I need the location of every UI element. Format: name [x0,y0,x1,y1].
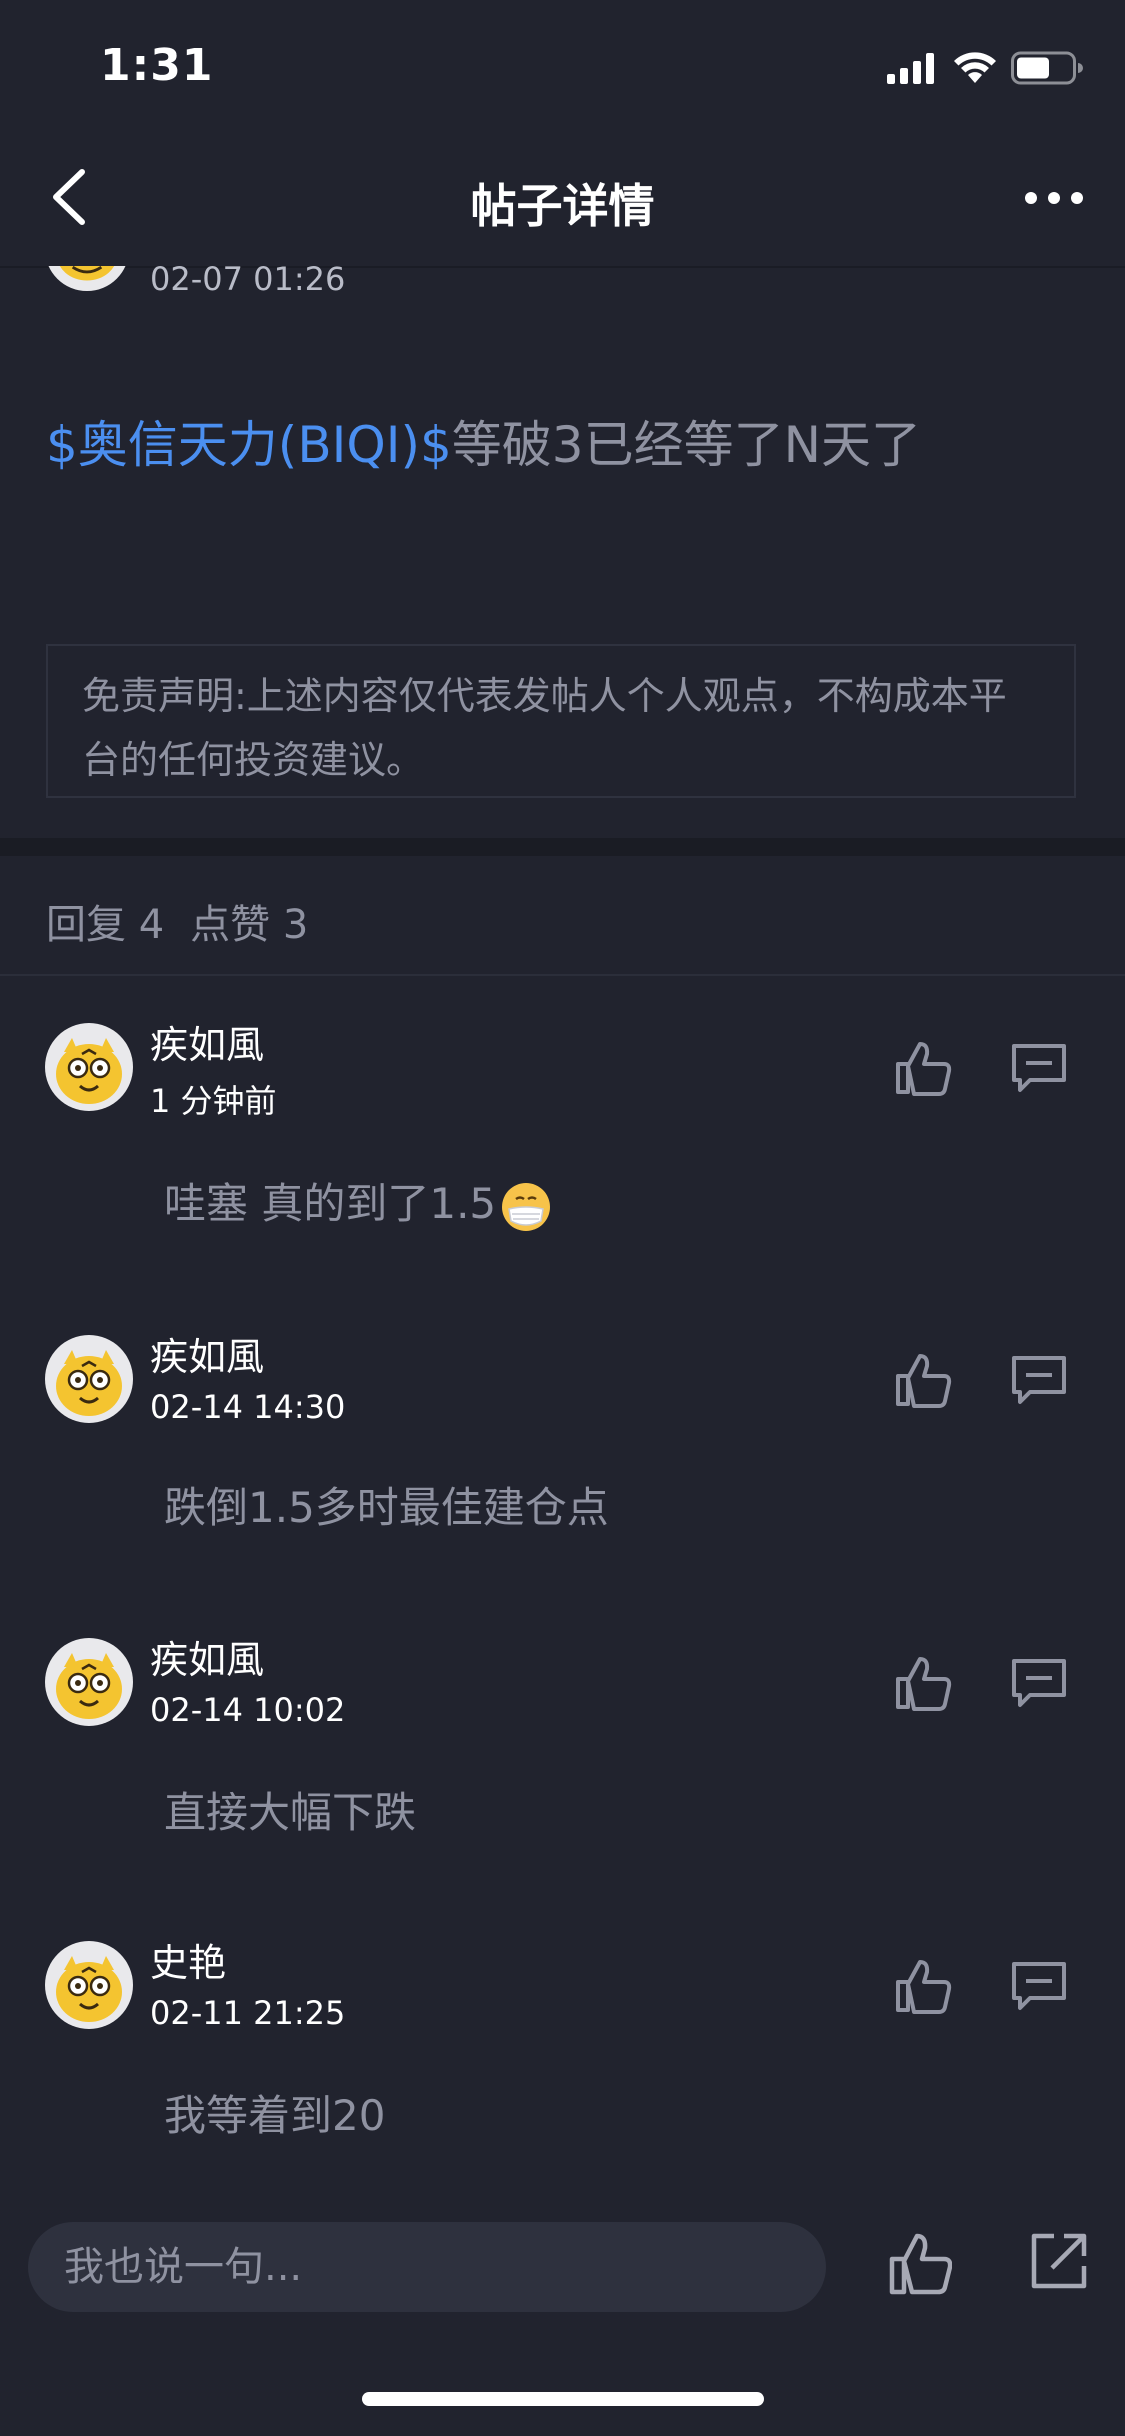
comment-time: 02-14 14:30 [150,1388,346,1426]
commenter-name[interactable]: 疾如風 [150,1014,264,1069]
face-with-mask-emoji-icon [502,1182,551,1231]
comment-time: 02-14 10:02 [150,1691,346,1729]
commenter-name[interactable]: 疾如風 [150,1629,264,1684]
reply-count[interactable]: 回复 4 [46,902,164,948]
signal-icon [887,53,934,84]
commenter-name[interactable]: 史艳 [150,1932,226,1987]
comment-item: 疾如風 1 分钟前 哇塞 真的到了1.5 [0,1022,1125,1322]
comment-text: 跌倒1.5多时最佳建仓点 [164,1483,609,1532]
thumbs-up-icon[interactable] [894,1655,954,1711]
comment-item: 疾如風 02-14 14:30 跌倒1.5多时最佳建仓点 [0,1334,1125,1634]
commenter-avatar[interactable] [44,1637,134,1727]
comment-input[interactable]: 我也说一句... [28,2222,826,2312]
comment-item: 疾如風 02-14 10:02 直接大幅下跌 [0,1637,1125,1937]
comment-time: 1 分钟前 [150,1082,277,1120]
share-icon[interactable] [1028,2230,1090,2292]
post-text: 等破3已经等了N天了 [451,416,922,474]
divider [0,974,1125,976]
thumbs-up-icon[interactable] [888,2232,952,2296]
comment-body-text: 哇塞 真的到了1.5 [164,1179,497,1228]
comment-reply-icon[interactable] [1010,1657,1068,1709]
comment-time: 02-11 21:25 [150,1994,346,2032]
comment-reply-icon[interactable] [1010,1042,1068,1094]
disclaimer: 免责声明:上述内容仅代表发帖人个人观点，不构成本平台的任何投资建议。 [46,644,1076,798]
comment-text: 哇塞 真的到了1.5 [164,1170,552,1233]
post-stats: 回复 4 点赞 3 [46,892,334,950]
more-options-icon[interactable] [1019,168,1089,228]
page-title: 帖子详情 [470,179,655,233]
wifi-icon [954,52,996,83]
commenter-avatar[interactable] [44,1940,134,2030]
commenter-avatar[interactable] [44,1022,134,1112]
comment-reply-icon[interactable] [1010,1354,1068,1406]
battery-icon [1011,51,1083,85]
comment-text: 直接大幅下跌 [164,1788,417,1837]
post-content: $奥信天力(BIQI)$等破3已经等了N天了 [46,405,921,477]
like-count[interactable]: 点赞 3 [190,902,308,948]
comment-reply-icon[interactable] [1010,1960,1068,2012]
comment-text: 我等着到20 [164,2091,386,2140]
status-time: 1:31 [100,40,214,91]
section-divider [0,838,1125,856]
post-author-header: 02-07 01:26 [0,266,1125,296]
status-bar: 1:31 [0,0,1125,132]
post-date: 02-07 01:26 [150,266,346,296]
home-indicator[interactable] [362,2392,764,2406]
thumbs-up-icon[interactable] [894,1040,954,1096]
thumbs-up-icon[interactable] [894,1958,954,2014]
thumbs-up-icon[interactable] [894,1352,954,1408]
commenter-avatar[interactable] [44,1334,134,1424]
nav-bar: 帖子详情 [0,132,1125,268]
author-avatar[interactable] [44,266,130,292]
commenter-name[interactable]: 疾如風 [150,1326,264,1381]
stock-tag-link[interactable]: $奥信天力(BIQI)$ [46,416,452,474]
